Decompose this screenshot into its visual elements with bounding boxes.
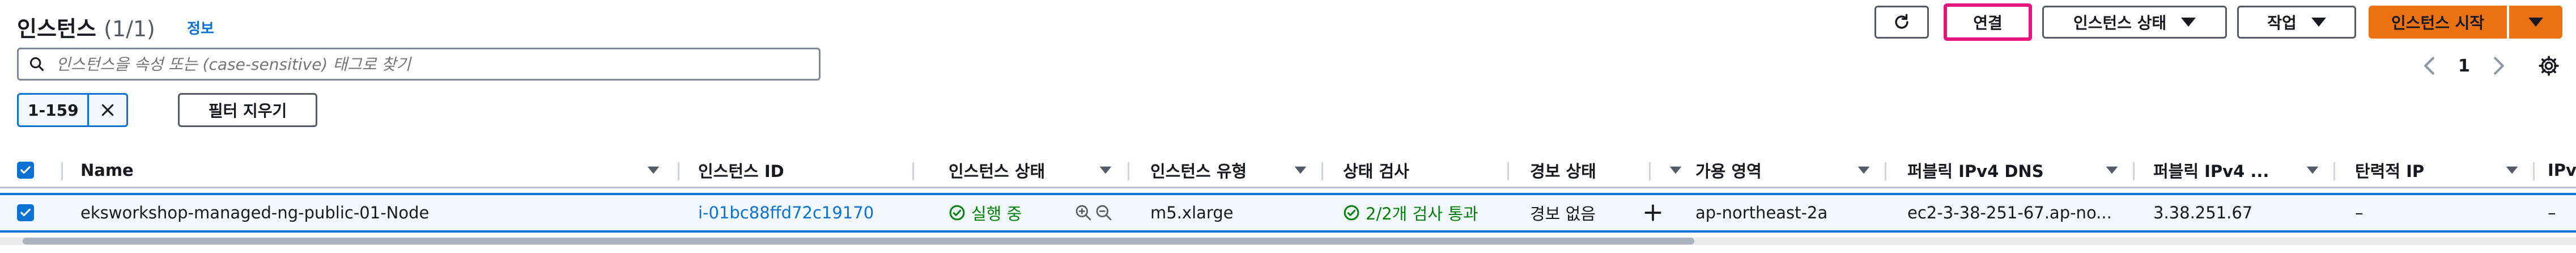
column-divider[interactable] bbox=[678, 162, 679, 180]
page-title-text: 인스턴스 bbox=[17, 16, 96, 41]
sort-icon[interactable] bbox=[1098, 166, 1113, 175]
select-all-checkbox[interactable] bbox=[17, 153, 34, 187]
actions-dropdown[interactable]: 작업 bbox=[2237, 6, 2356, 39]
status-check-text: 2/2개 검사 통과 bbox=[1366, 204, 1478, 224]
previous-page-icon[interactable] bbox=[2423, 56, 2435, 75]
column-divider[interactable] bbox=[1128, 162, 1129, 180]
clear-filters-button[interactable]: 필터 지우기 bbox=[178, 93, 317, 127]
instance-state-text: 실행 중 bbox=[971, 204, 1022, 224]
clear-filters-label: 필터 지우기 bbox=[208, 102, 287, 120]
settings-button[interactable] bbox=[2537, 54, 2560, 79]
col-header-name[interactable]: Name bbox=[80, 153, 134, 187]
launch-instance-label: 인스턴스 시작 bbox=[2391, 14, 2485, 32]
table-header-row: Name 인스턴스 ID 인스턴스 상태 인스턴스 유형 상태 검사 경보 상태… bbox=[0, 153, 2576, 188]
col-header-alarm-status[interactable]: 경보 상태 bbox=[1530, 153, 1596, 187]
search-box[interactable] bbox=[17, 48, 821, 81]
launch-options-dropdown[interactable] bbox=[2509, 6, 2562, 39]
cell-availability-zone: ap-northeast-2a bbox=[1695, 203, 1828, 222]
actions-label: 작업 bbox=[2267, 14, 2297, 32]
filter-token: 1-159 bbox=[17, 93, 128, 127]
cell-instance-state: 실행 중 bbox=[949, 195, 1022, 230]
column-divider[interactable] bbox=[2133, 162, 2135, 180]
search-input[interactable] bbox=[55, 54, 794, 74]
cell-ipv6: – bbox=[2548, 203, 2556, 222]
next-page-icon[interactable] bbox=[2493, 56, 2505, 75]
caret-down-icon bbox=[2311, 18, 2326, 27]
cell-instance-id-link[interactable]: i-01bc88ffd72c19170 bbox=[698, 195, 874, 230]
search-icon bbox=[29, 57, 44, 71]
pagination: 1 bbox=[2423, 54, 2505, 77]
refresh-icon bbox=[1895, 14, 1908, 29]
sort-icon[interactable] bbox=[1668, 166, 1683, 175]
col-header-availability-zone[interactable]: 가용 영역 bbox=[1695, 153, 1762, 187]
col-header-ipv6[interactable]: IPv6 bbox=[2548, 153, 2576, 187]
horizontal-scrollbar-thumb[interactable] bbox=[23, 238, 1694, 244]
sort-icon[interactable] bbox=[1856, 166, 1871, 175]
zoom-controls bbox=[1074, 195, 1113, 230]
row-checkbox[interactable] bbox=[17, 195, 34, 230]
col-header-instance-id[interactable]: 인스턴스 ID bbox=[698, 153, 784, 187]
col-header-instance-type[interactable]: 인스턴스 유형 bbox=[1150, 153, 1247, 187]
zoom-out-icon[interactable] bbox=[1095, 204, 1113, 222]
column-divider[interactable] bbox=[1649, 162, 1651, 180]
instance-count: (1/1) bbox=[104, 16, 155, 41]
sort-icon[interactable] bbox=[2505, 166, 2519, 175]
current-page[interactable]: 1 bbox=[2458, 56, 2470, 76]
cell-public-dns: ec2-3-38-251-67.ap-no... bbox=[1907, 203, 2112, 222]
cell-elastic-ip: – bbox=[2355, 203, 2364, 222]
check-circle-icon bbox=[949, 205, 965, 221]
add-alarm-button[interactable] bbox=[1643, 195, 1663, 230]
connect-label: 연결 bbox=[1973, 14, 2003, 32]
column-divider[interactable] bbox=[1507, 162, 1509, 180]
close-icon bbox=[101, 104, 113, 116]
sort-icon[interactable] bbox=[2105, 166, 2119, 175]
checkbox-checked-icon bbox=[17, 204, 34, 221]
column-divider[interactable] bbox=[2333, 162, 2335, 180]
remove-filter-button[interactable] bbox=[87, 95, 127, 125]
column-divider[interactable] bbox=[61, 162, 63, 180]
col-header-elastic-ip[interactable]: 탄력적 IP bbox=[2355, 153, 2424, 187]
refresh-button[interactable] bbox=[1874, 6, 1929, 39]
check-circle-icon bbox=[1344, 205, 1359, 221]
cell-public-ip: 3.38.251.67 bbox=[2153, 203, 2253, 222]
sort-icon[interactable] bbox=[2305, 166, 2320, 175]
cell-name: eksworkshop-managed-ng-public-01-Node bbox=[80, 203, 430, 222]
info-link[interactable]: 정보 bbox=[187, 17, 214, 38]
instance-state-label: 인스턴스 상태 bbox=[2073, 14, 2167, 32]
instance-state-dropdown[interactable]: 인스턴스 상태 bbox=[2042, 6, 2227, 39]
launch-instance-button[interactable]: 인스턴스 시작 bbox=[2369, 6, 2507, 39]
cell-alarm-status: 경보 없음 bbox=[1530, 204, 1596, 224]
col-header-status-check[interactable]: 상태 검사 bbox=[1343, 153, 1409, 187]
col-header-public-dns[interactable]: 퍼블릭 IPv4 DNS bbox=[1907, 153, 2044, 187]
plus-icon bbox=[1644, 204, 1661, 221]
caret-down-icon bbox=[2181, 18, 2196, 27]
column-divider[interactable] bbox=[1321, 162, 1323, 180]
zoom-in-icon[interactable] bbox=[1074, 204, 1093, 222]
sort-icon[interactable] bbox=[1293, 166, 1308, 175]
page-title: 인스턴스 (1/1) bbox=[17, 11, 155, 43]
column-divider[interactable] bbox=[912, 162, 914, 180]
connect-button[interactable]: 연결 bbox=[1944, 3, 2032, 41]
cell-instance-type: m5.xlarge bbox=[1150, 203, 1234, 222]
column-divider[interactable] bbox=[2533, 162, 2535, 180]
gear-icon bbox=[2539, 56, 2559, 76]
cell-status-check[interactable]: 2/2개 검사 통과 bbox=[1343, 195, 1478, 230]
column-divider[interactable] bbox=[1885, 162, 1886, 180]
caret-down-icon bbox=[2528, 18, 2543, 27]
col-header-public-ip[interactable]: 퍼블릭 IPv4 ... bbox=[2153, 153, 2269, 187]
checkbox-checked-icon bbox=[17, 161, 34, 179]
col-header-instance-state[interactable]: 인스턴스 상태 bbox=[949, 153, 1045, 187]
sort-icon[interactable] bbox=[646, 166, 661, 175]
table-row[interactable]: eksworkshop-managed-ng-public-01-Node i-… bbox=[0, 193, 2576, 233]
filter-token-label: 1-159 bbox=[28, 100, 79, 120]
